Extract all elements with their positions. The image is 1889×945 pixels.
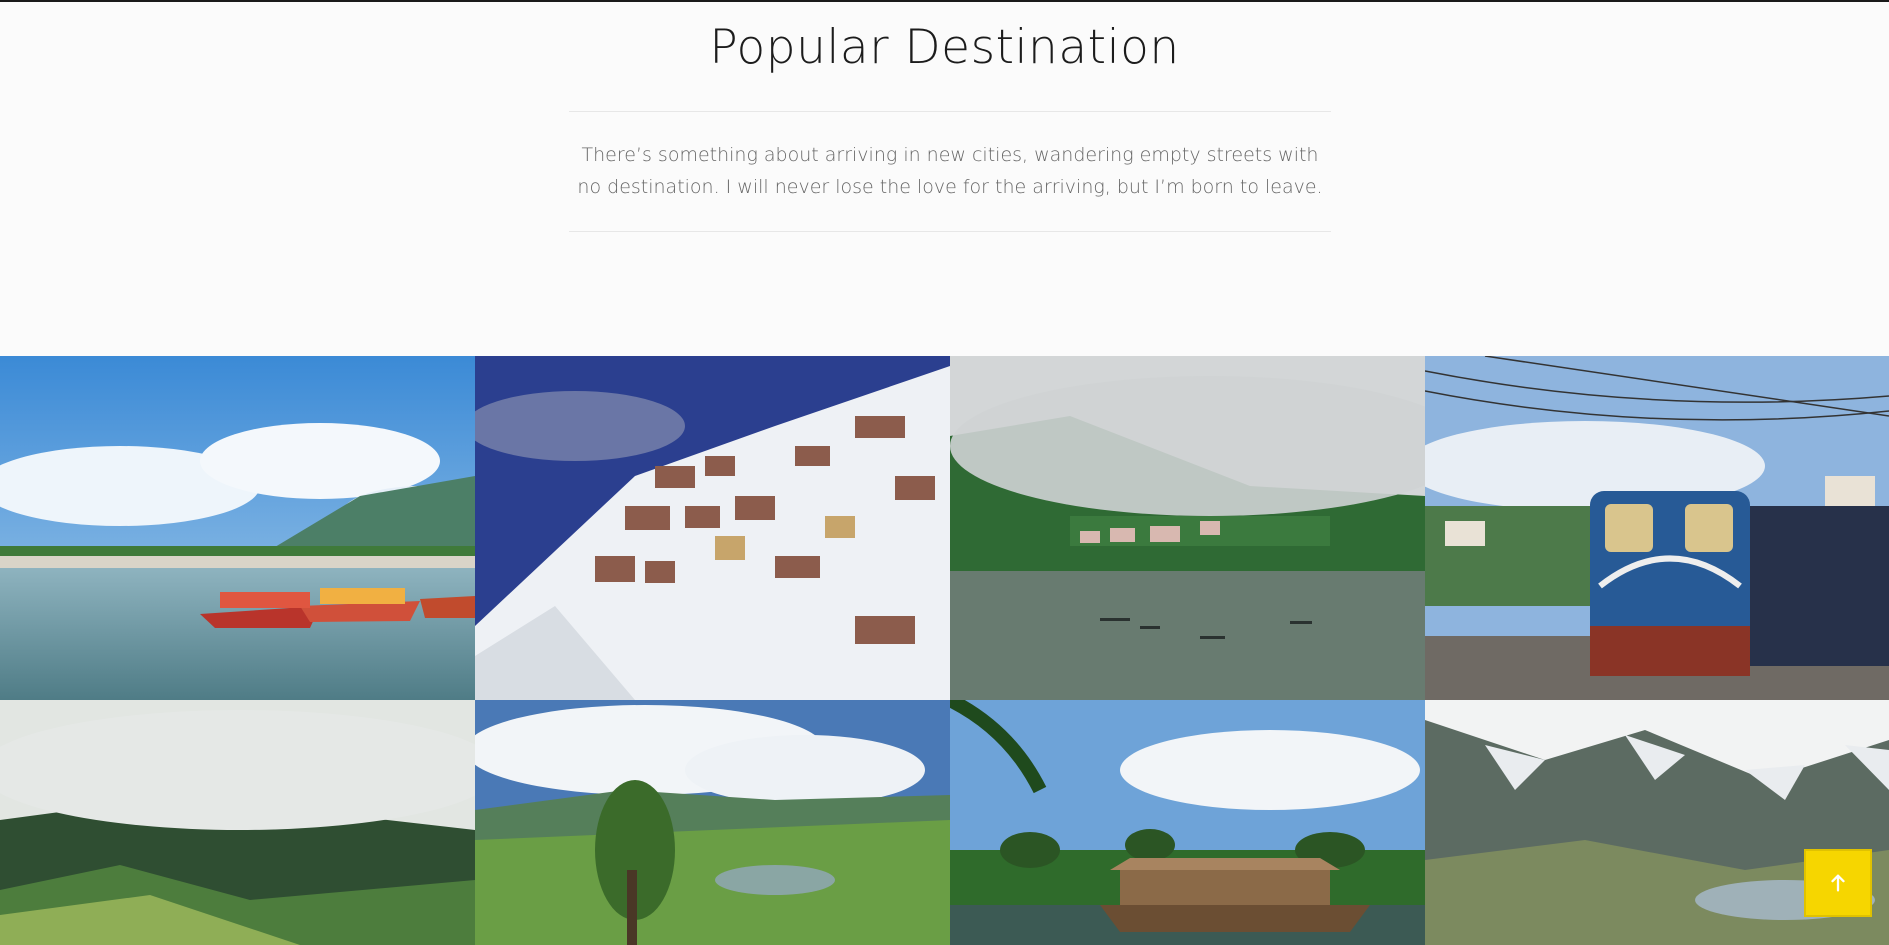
gallery-tile-lake-shikaras[interactable] — [0, 356, 475, 700]
gallery-tile-houseboat[interactable] — [950, 700, 1425, 945]
gallery-tile-tea-valley[interactable] — [475, 700, 950, 945]
popular-destination-intro: Popular Destination There’s something ab… — [0, 0, 1889, 356]
gallery-tile-toy-train[interactable] — [1425, 356, 1889, 700]
tea-valley-image — [475, 700, 950, 945]
title-divider — [569, 111, 1331, 112]
gallery-tile-green-hills[interactable] — [0, 700, 475, 945]
section-title: Popular Destination — [709, 20, 1180, 75]
description-divider — [569, 231, 1331, 232]
toy-train-image — [1425, 356, 1889, 700]
green-hills-image — [0, 700, 475, 945]
scroll-to-top-button[interactable] — [1804, 849, 1872, 917]
misty-lake-image — [950, 356, 1425, 700]
arrow-up-icon — [1831, 874, 1845, 892]
section-description: There’s something about arriving in new … — [577, 144, 1323, 198]
gallery-tile-misty-lake[interactable] — [950, 356, 1425, 700]
houseboat-image — [950, 700, 1425, 945]
gallery-tile-snowy-town[interactable] — [475, 356, 950, 700]
destination-gallery — [0, 356, 1889, 945]
snowy-town-image — [475, 356, 950, 700]
lake-shikaras-image — [0, 356, 475, 700]
